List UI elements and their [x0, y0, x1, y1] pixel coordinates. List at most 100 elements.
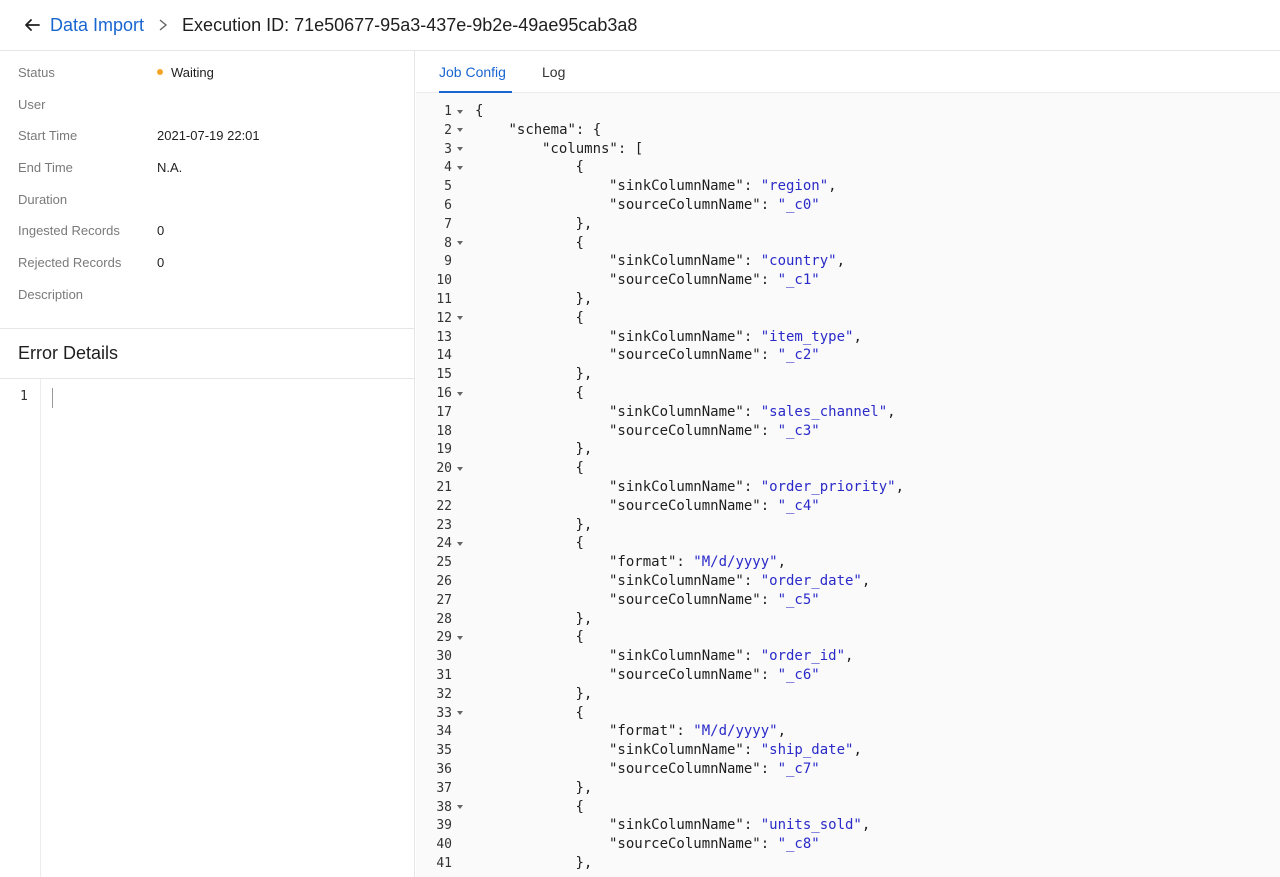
detail-label: Ingested Records — [18, 223, 120, 238]
line-number: 30 — [436, 649, 452, 665]
code-line: { — [576, 234, 584, 253]
fold-toggle-icon[interactable] — [457, 534, 463, 553]
details-panel: Status Waiting User Start Time 2021-07-1… — [0, 51, 415, 877]
code-token: , — [777, 554, 787, 571]
job-config-editor[interactable]: 1 2 3 4 5 6 7 8 9 10 11 12 13 14 15 16 17 18 19 20 21 22 23 24 2… — [416, 93, 1280, 877]
code-token: "sinkColumnName": — [609, 742, 761, 759]
line-number: 37 — [436, 780, 452, 796]
code-line: { — [576, 534, 584, 553]
detail-row-description: Description — [18, 287, 398, 307]
line-number: 10 — [436, 273, 452, 289]
line-number: 1 — [20, 389, 28, 404]
fold-toggle-icon[interactable] — [457, 384, 463, 403]
line-number: 8 — [444, 235, 452, 251]
string-token: "_c6" — [777, 667, 820, 683]
code-token: { — [575, 460, 584, 477]
string-token: "_c3" — [777, 422, 820, 439]
string-token: "sales_channel" — [760, 403, 888, 420]
breadcrumb-data-import[interactable]: Data Import — [50, 15, 144, 36]
string-token: "_c0" — [777, 197, 820, 213]
arrow-left-icon — [25, 19, 40, 31]
code-line: "sourceColumnName": "_c4" — [609, 497, 820, 516]
fold-toggle-icon[interactable] — [457, 158, 463, 177]
fold-toggle-icon[interactable] — [457, 309, 463, 328]
fold-toggle-icon[interactable] — [457, 121, 463, 140]
line-number: 19 — [436, 442, 452, 458]
status-badge: Waiting — [157, 65, 214, 80]
line-number: 29 — [436, 630, 452, 646]
status-value: Waiting — [171, 65, 214, 80]
back-button[interactable] — [22, 15, 42, 35]
code-token: , — [828, 178, 837, 195]
code-token: , — [836, 253, 846, 270]
code-line: "sourceColumnName": "_c8" — [609, 835, 820, 854]
code-token: "format": — [609, 723, 694, 740]
code-line: "sinkColumnName": "units_sold", — [609, 816, 870, 835]
line-number: 6 — [444, 198, 452, 213]
code-token: "sourceColumnName": — [609, 667, 778, 683]
line-number: 12 — [436, 310, 452, 326]
code-line: }, — [576, 610, 593, 629]
detail-label: End Time — [18, 160, 73, 175]
code-token: }, — [575, 366, 593, 383]
fold-toggle-icon[interactable] — [457, 798, 463, 817]
string-token: "order_priority" — [760, 479, 896, 495]
detail-row-user: User — [18, 97, 398, 117]
code-line: }, — [576, 685, 593, 704]
fold-toggle-icon[interactable] — [457, 459, 463, 478]
code-token: , — [777, 723, 787, 740]
code-token: "sinkColumnName": — [609, 403, 761, 420]
string-token: "country" — [760, 253, 837, 270]
code-token: , — [895, 479, 905, 495]
code-line: { — [576, 309, 584, 328]
code-line: { — [576, 459, 584, 478]
code-token: }, — [575, 516, 593, 533]
fold-toggle-icon[interactable] — [457, 704, 463, 723]
fold-toggle-icon[interactable] — [457, 234, 463, 253]
code-token: "sinkColumnName": — [609, 178, 761, 195]
code-line: "sinkColumnName": "order_date", — [609, 572, 870, 591]
code-line: "sourceColumnName": "_c3" — [609, 422, 820, 441]
tab-job-config[interactable]: Job Config — [439, 64, 506, 80]
code-line: }, — [576, 365, 593, 384]
code-token: "sourceColumnName": — [609, 272, 778, 289]
code-token: { — [575, 704, 584, 721]
code-token: , — [853, 742, 862, 759]
detail-label: Status — [18, 65, 55, 80]
string-token: "_c2" — [777, 347, 820, 364]
line-number: 20 — [436, 461, 452, 477]
string-token: "M/d/yyyy" — [693, 554, 778, 571]
tab-log[interactable]: Log — [542, 64, 565, 80]
line-number: 35 — [436, 743, 452, 759]
chevron-right-icon — [154, 16, 172, 34]
detail-value: 0 — [157, 255, 165, 270]
string-token: "order_id" — [760, 648, 846, 665]
line-number: 40 — [436, 837, 452, 853]
page-title: Execution ID: 71e50677-95a3-437e-9b2e-49… — [182, 14, 638, 35]
code-line: "sourceColumnName": "_c0" — [609, 196, 820, 215]
code-line: { — [576, 158, 584, 177]
string-token: "_c4" — [777, 497, 820, 514]
code-line: "sinkColumnName": "ship_date", — [609, 741, 862, 760]
string-token: "_c1" — [777, 272, 820, 289]
line-number: 36 — [436, 762, 452, 777]
detail-value: N.A. — [157, 160, 183, 175]
string-token: "region" — [760, 178, 829, 195]
code-token: "schema": { — [508, 121, 602, 138]
error-details-editor[interactable]: 1 — [0, 379, 414, 877]
fold-toggle-icon[interactable] — [457, 628, 463, 647]
code-token: }, — [575, 685, 593, 702]
string-token: "M/d/yyyy" — [693, 723, 778, 740]
code-token: "sinkColumnName": — [609, 328, 761, 345]
detail-row-status: Status Waiting — [18, 65, 398, 85]
fold-toggle-icon[interactable] — [457, 102, 463, 121]
string-token: "_c5" — [777, 591, 820, 608]
code-line: "columns": [ — [542, 140, 643, 159]
detail-row-end-time: End Time N.A. — [18, 160, 398, 180]
code-line: "sinkColumnName": "item_type", — [609, 328, 862, 347]
code-token: "sinkColumnName": — [609, 648, 761, 665]
code-token: "sinkColumnName": — [609, 817, 761, 834]
code-line: { — [576, 628, 584, 647]
code-line: { — [475, 102, 483, 121]
fold-toggle-icon[interactable] — [457, 140, 463, 159]
